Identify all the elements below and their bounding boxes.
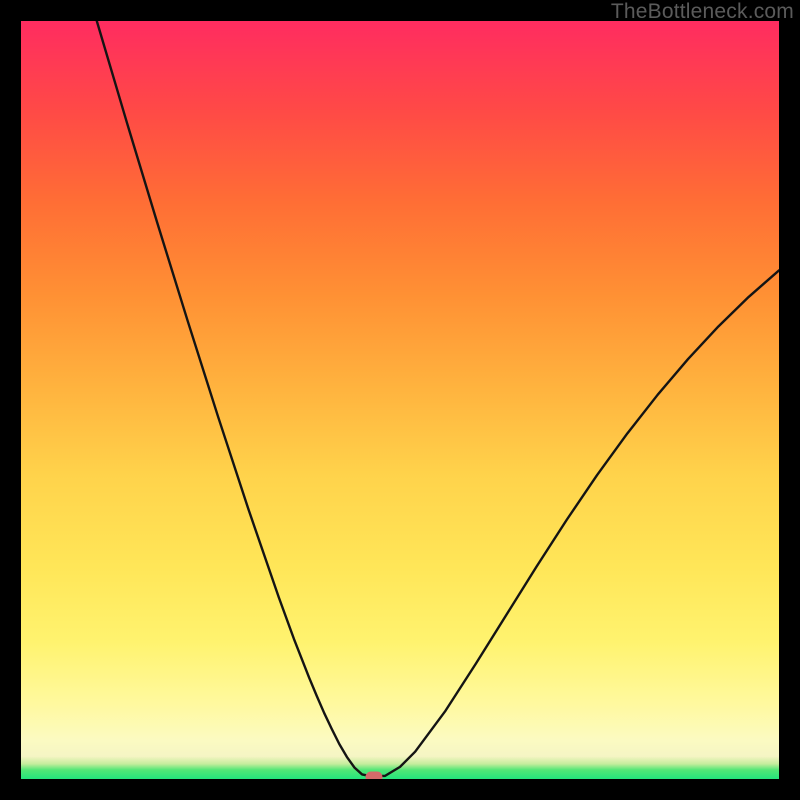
optimal-point-marker (366, 772, 383, 779)
plot-area (21, 21, 779, 779)
bottleneck-curve (21, 21, 779, 779)
chart-container (21, 21, 779, 779)
